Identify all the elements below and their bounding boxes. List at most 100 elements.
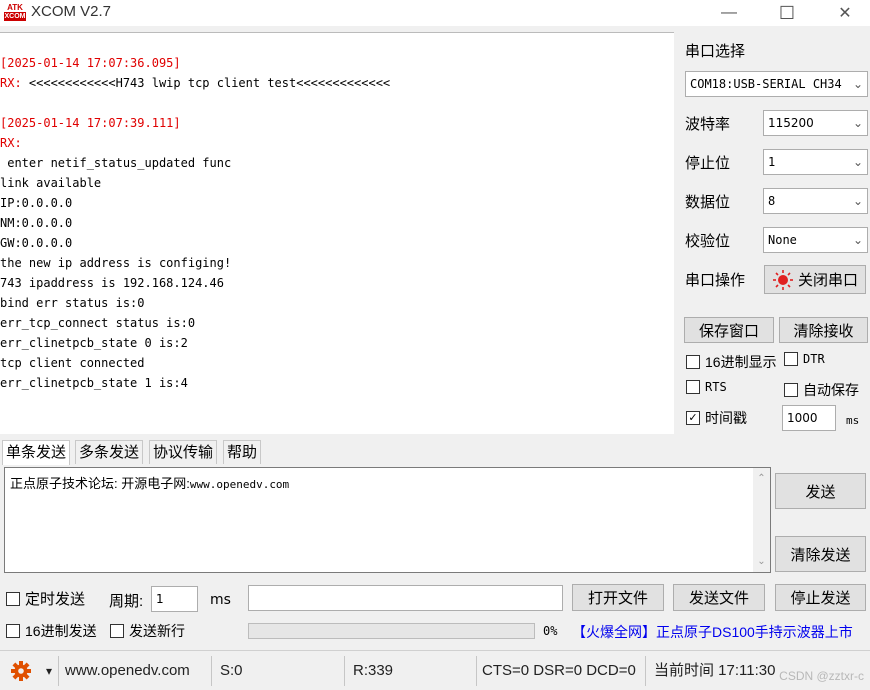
close-port-button[interactable]: 关闭串口 (764, 265, 866, 294)
tab-help[interactable]: 帮助 (223, 440, 262, 464)
send-button[interactable]: 发送 (775, 473, 866, 509)
close-window-button[interactable]: ✕ (822, 0, 868, 26)
send-text-prefix: 正点原子技术论坛: 开源电子网: (10, 476, 190, 491)
rx-prefix: RX: (0, 76, 29, 90)
timed-send-checkbox[interactable]: 定时发送 (6, 588, 85, 609)
receive-line: link available (0, 176, 102, 190)
send-newline-checkbox[interactable]: 发送新行 (110, 621, 185, 641)
save-window-button[interactable]: 保存窗口 (684, 317, 774, 343)
open-file-button[interactable]: 打开文件 (572, 584, 664, 611)
data-bits-value: 8 (768, 194, 776, 208)
chevron-down-icon: ⌄ (852, 155, 863, 169)
timestamp-interval-input[interactable]: 1000 (782, 405, 836, 431)
send-input[interactable]: 正点原子技术论坛: 开源电子网:www.openedv.com ⌃ ⌄ (4, 467, 771, 573)
send-file-button[interactable]: 发送文件 (673, 584, 765, 611)
period-unit: ms (210, 592, 231, 608)
timestamp-unit: ms (846, 414, 860, 427)
minimize-button[interactable]: — (706, 0, 752, 26)
port-select-value: COM18:USB-SERIAL CH34 (690, 77, 842, 91)
clear-receive-button[interactable]: 清除接收 (779, 317, 868, 343)
receive-line: err_tcp_connect status is:0 (0, 316, 196, 330)
hex-display-label: 16进制显示 (705, 354, 777, 370)
auto-save-checkbox[interactable]: 自动保存 (784, 380, 859, 400)
watermark: CSDN @zztxr-c (779, 669, 864, 683)
port-select-label: 串口选择 (685, 43, 746, 60)
auto-save-label: 自动保存 (803, 382, 859, 398)
receive-line: the new ip address is configing! (0, 256, 232, 270)
receive-line: NM:0.0.0.0 (0, 216, 73, 230)
data-bits-select[interactable]: 8 ⌄ (763, 188, 868, 214)
timed-send-label: 定时发送 (25, 591, 86, 608)
receive-line: err_clinetpcb_state 1 is:4 (0, 376, 188, 390)
chevron-down-icon: ⌄ (852, 233, 863, 247)
chevron-down-icon: ⌄ (852, 77, 863, 91)
parity-select[interactable]: None ⌄ (763, 227, 868, 253)
baud-label: 波特率 (685, 116, 731, 133)
gear-icon[interactable] (10, 660, 32, 682)
website-link[interactable]: www.openedv.com (65, 659, 190, 683)
receive-line: RX: <<<<<<<<<<<<H743 lwip tcp client tes… (0, 73, 674, 93)
close-port-label: 关闭串口 (797, 272, 858, 289)
receive-line: GW:0.0.0.0 (0, 236, 73, 250)
send-scrollbar[interactable]: ⌃ ⌄ (753, 468, 770, 572)
port-select[interactable]: COM18:USB-SERIAL CH34 ⌄ (685, 71, 868, 97)
send-newline-label: 发送新行 (129, 623, 185, 639)
signal-lines: CTS=0 DSR=0 DCD=0 (482, 662, 636, 679)
title-bar: ATK XCOM XCOM V2.7 — ☐ ✕ (0, 0, 870, 26)
file-path-input[interactable] (248, 585, 563, 611)
port-status-icon (772, 269, 793, 290)
gear-menu-dropdown[interactable]: ▾ (46, 659, 52, 683)
xcom-logo: ATK XCOM (4, 3, 26, 21)
chevron-down-icon: ⌄ (852, 116, 863, 130)
scroll-down-icon[interactable]: ⌄ (753, 553, 770, 570)
stop-send-button[interactable]: 停止发送 (775, 584, 866, 611)
checkbox-box (6, 624, 20, 638)
maximize-button[interactable]: ☐ (764, 0, 810, 26)
receive-line: 743 ipaddress is 192.168.124.46 (0, 276, 224, 290)
received-count: R:339 (353, 662, 394, 679)
checkmark-icon: ✓ (686, 411, 700, 425)
separator (58, 656, 59, 686)
tab-protocol[interactable]: 协议传输 (149, 440, 218, 464)
separator (645, 656, 646, 686)
checkbox-box (110, 624, 124, 638)
hex-send-checkbox[interactable]: 16进制发送 (6, 621, 97, 641)
receive-line: bind err status is:0 (0, 296, 145, 310)
receive-area[interactable]: [2025-01-14 17:07:36.095] RX: <<<<<<<<<<<… (0, 32, 674, 434)
parity-label: 校验位 (685, 233, 731, 250)
rts-checkbox[interactable]: RTS (686, 380, 727, 394)
receive-line: [2025-01-14 17:07:36.095] (0, 56, 181, 70)
ad-link[interactable]: 【火爆全网】正点原子DS100手持示波器上市 (572, 622, 853, 642)
receive-line: enter netif_status_updated func (0, 156, 232, 170)
rx-text: <<<<<<<<<<<<H743 lwip tcp client test<<<… (28, 76, 391, 90)
logo-top: ATK (4, 3, 26, 12)
receive-line: RX: (0, 136, 22, 150)
stop-bits-value: 1 (768, 155, 776, 169)
checkbox-box (784, 352, 798, 366)
scroll-up-icon[interactable]: ⌃ (753, 470, 770, 487)
separator (476, 656, 477, 686)
checkbox-box (6, 591, 20, 606)
progress-percent: 0% (543, 624, 558, 638)
clear-send-button[interactable]: 清除发送 (775, 536, 866, 572)
period-input[interactable]: 1 (151, 586, 198, 612)
sent-count: S:0 (220, 662, 243, 679)
dtr-checkbox[interactable]: DTR (784, 352, 825, 366)
separator (344, 656, 345, 686)
receive-line: err_clinetpcb_state 0 is:2 (0, 336, 188, 350)
send-progress-bar (248, 623, 535, 639)
stop-bits-label: 停止位 (685, 155, 731, 172)
timestamp-checkbox[interactable]: ✓ 时间戳 (686, 408, 747, 428)
dtr-label: DTR (803, 352, 825, 366)
timestamp-label: 时间戳 (705, 410, 747, 426)
status-bar: ▾ www.openedv.com S:0 R:339 CTS=0 DSR=0 … (0, 650, 870, 690)
chevron-down-icon: ⌄ (852, 194, 863, 208)
current-time: 当前时间 17:11:30 (654, 662, 776, 679)
tab-multi-send[interactable]: 多条发送 (75, 440, 144, 464)
checkbox-box (686, 355, 700, 369)
baud-select[interactable]: 115200 ⌄ (763, 110, 868, 136)
hex-display-checkbox[interactable]: 16进制显示 (686, 352, 777, 372)
stop-bits-select[interactable]: 1 ⌄ (763, 149, 868, 175)
period-label: 周期: (109, 593, 144, 610)
tab-single-send[interactable]: 单条发送 (2, 440, 71, 465)
